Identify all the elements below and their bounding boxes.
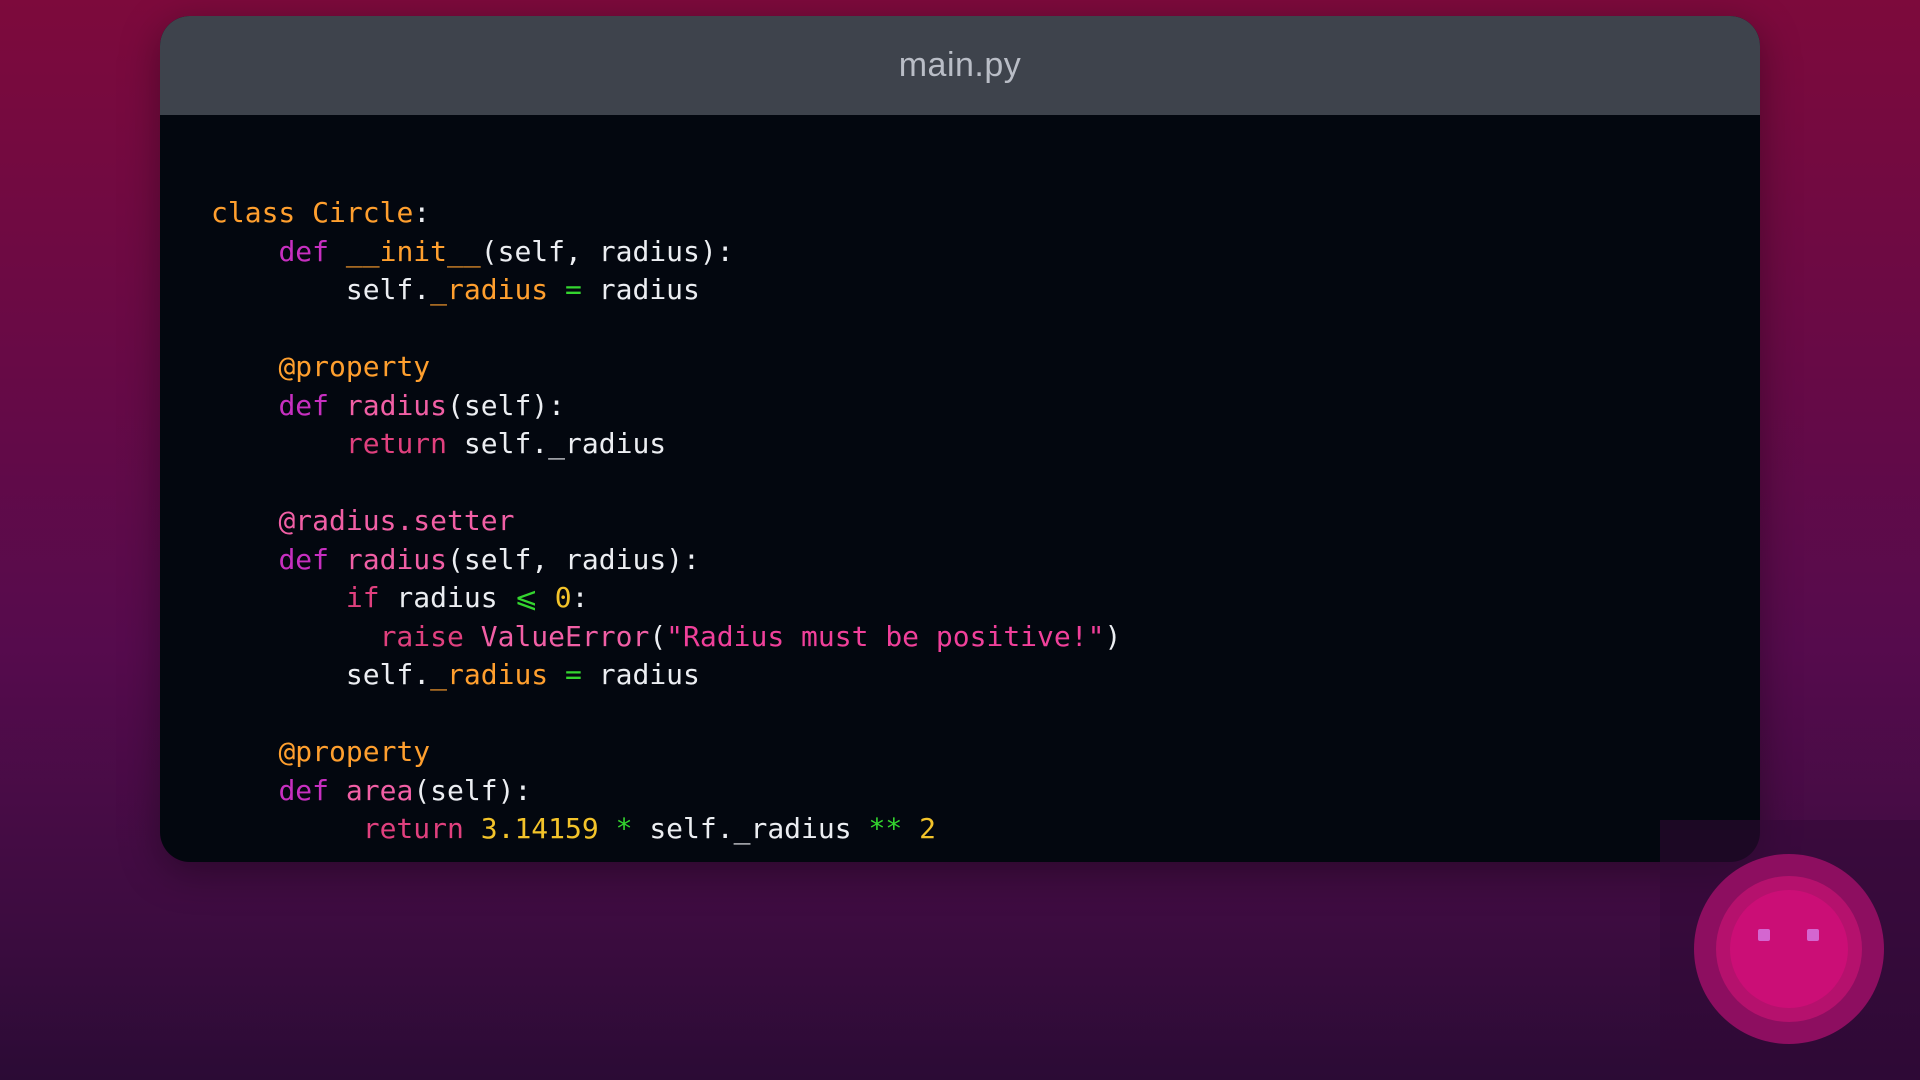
code-line: self._radius = radius [211, 656, 1121, 695]
code-token: self. [211, 658, 431, 691]
code-token: self._radius [632, 812, 869, 845]
code-token: def [278, 773, 330, 807]
code-token: radius [345, 542, 448, 576]
code-token: Circle [312, 196, 414, 229]
code-line: @property [211, 348, 1121, 387]
code-line: def radius(self, radius): [211, 541, 1121, 580]
code-line: def area(self): [211, 772, 1121, 811]
code-token: ValueError [480, 619, 650, 653]
code-editor[interactable]: class Circle: def __init__(self, radius)… [211, 194, 1121, 849]
code-token: _radius [430, 273, 549, 306]
code-token: : [571, 581, 589, 614]
code-token: area [345, 773, 414, 807]
code-token: def [278, 542, 330, 576]
code-token: self. [211, 273, 431, 306]
code-line: def __init__(self, radius): [211, 233, 1121, 272]
code-line: raise ValueError("Radius must be positiv… [211, 618, 1122, 657]
code-token: (self, radius): [480, 234, 734, 268]
code-token: radius [581, 273, 700, 306]
code-line: return 3.14159 * self._radius ** 2 [211, 810, 1121, 849]
code-token: 0 [554, 581, 572, 614]
code-line: @radius.setter [211, 502, 1121, 541]
code-token: radius [379, 581, 515, 614]
code-line: @property [211, 733, 1121, 772]
code-token: (self, radius): [447, 542, 700, 576]
code-token: ** [868, 812, 903, 845]
code-token: raise [379, 619, 464, 653]
code-token: if [345, 581, 380, 614]
file-title: main.py [898, 46, 1022, 84]
code-token: @property [278, 350, 431, 383]
robot-face-icon [1730, 890, 1848, 1008]
code-token: ( [649, 619, 667, 653]
code-token: = [565, 273, 582, 306]
code-token: return [345, 427, 448, 460]
code-token: = [565, 658, 582, 691]
code-token: (self): [413, 773, 532, 807]
code-token: radius [345, 388, 448, 422]
code-token: radius [581, 658, 700, 691]
code-token: (self): [447, 388, 566, 422]
code-token: @property [278, 735, 431, 768]
code-token: return [362, 812, 464, 845]
code-token: 3.14159 [480, 812, 599, 845]
code-line: if radius ⩽ 0: [211, 579, 1121, 618]
code-line: class Circle: [211, 194, 1121, 233]
code-token: _radius [430, 658, 549, 691]
code-line: return self._radius [211, 425, 1121, 464]
code-token: "Radius must be positive!" [666, 619, 1105, 653]
code-token: __init__ [345, 234, 481, 268]
code-token: @radius.setter [278, 504, 515, 537]
code-token: * [615, 812, 633, 845]
code-token: ) [1104, 619, 1122, 653]
code-token: def [278, 234, 330, 268]
code-token: : [413, 196, 431, 229]
code-token: self._radius [447, 427, 667, 460]
avatar-right-eye [1807, 929, 1819, 941]
code-token: ⩽ [514, 581, 538, 614]
code-line: def radius(self): [211, 387, 1121, 426]
code-token: 2 [919, 812, 936, 845]
code-token: class [211, 196, 296, 229]
code-token: def [278, 388, 330, 422]
avatar-left-eye [1758, 929, 1770, 941]
code-line: self._radius = radius [211, 271, 1121, 310]
code-window: main.py class Circle: def __init__(self,… [160, 16, 1760, 862]
window-titlebar: main.py [160, 16, 1760, 115]
